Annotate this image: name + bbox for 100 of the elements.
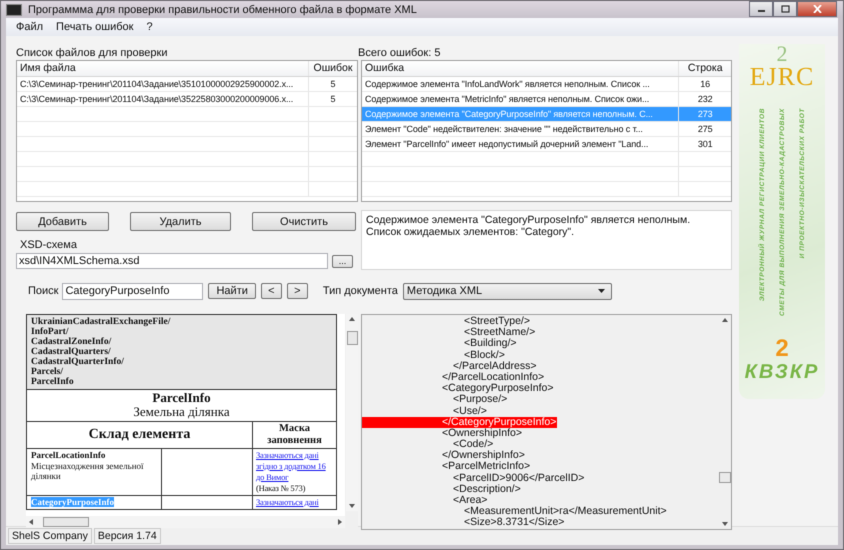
- horizontal-scrollbar[interactable]: [26, 516, 345, 528]
- doc-type-label: Тип документа: [322, 285, 398, 297]
- files-label: Список файлов для проверки: [16, 47, 168, 60]
- close-button[interactable]: [797, 1, 837, 16]
- xml-line: <Block/>: [463, 350, 506, 361]
- xml-line: </ParcelAddress>: [452, 360, 538, 372]
- path-text: CadastralZoneInfo/: [31, 337, 112, 347]
- file-row[interactable]: C:\3\Семинар-тренинг\201104\Задание\35101000002925900002.x... 5: [17, 77, 357, 92]
- scroll-up-icon[interactable]: [349, 317, 355, 321]
- doc-type-dropdown[interactable]: Методика XML: [402, 282, 612, 300]
- doc-subtitle: Земельна ділянка: [132, 405, 231, 419]
- menu-item[interactable]: Файл: [16, 21, 44, 33]
- logo-text: КВЗКР: [744, 361, 820, 383]
- scroll-thumb[interactable]: [346, 330, 358, 344]
- table-cell: Содержимое элемента "InfoLandWork" является неполным. Список ...: [362, 77, 680, 91]
- path-text: ParcelInfo: [31, 377, 75, 387]
- xml-line: <Area>: [452, 495, 488, 506]
- xml-line: <Use/>: [452, 406, 488, 417]
- column-header[interactable]: Имя файла: [17, 61, 309, 76]
- search-label: Поиск: [28, 285, 58, 297]
- maximize-icon: [780, 4, 790, 12]
- table-cell-text: 5: [330, 93, 336, 106]
- order-note: (Наказ № 573): [256, 483, 306, 494]
- xml-line: <MeasurementUnit>га</MeasurementUnit>: [463, 506, 668, 518]
- path-text: CadastralQuarterInfo/: [31, 357, 125, 367]
- xsd-path-field[interactable]: xsd\IN4XMLSchema.xsd: [16, 253, 328, 269]
- error-row[interactable]: Элемент "ParcelInfo" имеет недопустимый дочерний элемент "Land... 301: [362, 137, 731, 152]
- scroll-thumb[interactable]: [718, 472, 730, 482]
- table-cell-text: 5: [330, 78, 336, 91]
- xsd-label: XSD-схема: [20, 239, 78, 251]
- element-name: ParcelLocationInfo: [31, 450, 106, 460]
- requirements-link[interactable]: Зазначаються дані згідно з додатком 16 до Вимог: [256, 450, 334, 483]
- vertical-scrollbar[interactable]: [718, 315, 731, 529]
- table-cell-text: 301: [696, 138, 714, 151]
- column-header: Маска заповнення: [252, 422, 336, 448]
- scroll-down-icon[interactable]: [349, 504, 355, 508]
- scroll-up-icon[interactable]: [722, 318, 728, 322]
- window-title: Программма для проверки правильности обменного файла в формате XML: [28, 4, 417, 16]
- table-cell-text: 232: [696, 93, 714, 106]
- logo-digit: 2: [776, 44, 788, 64]
- scroll-thumb[interactable]: [42, 517, 88, 527]
- column-header: Склад елемента: [26, 422, 252, 448]
- caret-icon: [598, 288, 606, 294]
- path-text: UkrainianCadastralExchangeFile/: [31, 317, 172, 327]
- table-cell-text: 16: [699, 78, 712, 91]
- next-button[interactable]: >: [286, 283, 308, 299]
- xml-line: <Size>8.3731</Size>: [463, 517, 566, 529]
- xml-line: <Building/>: [463, 338, 518, 350]
- path-text: InfoPart/: [31, 327, 70, 337]
- xml-line: <Description/>: [452, 484, 522, 496]
- action-button[interactable]: Удалить: [130, 212, 231, 231]
- table-cell: Содержимое элемента "CategoryPurposeInfo" является неполным. С...: [362, 107, 680, 121]
- action-button[interactable]: Очистить: [252, 212, 356, 231]
- path-text: Parcels/: [31, 367, 64, 377]
- xml-line: </ParcelLocationInfo>: [441, 372, 546, 383]
- error-row[interactable]: Элемент "Code" недействителен: значение "" недействительно с т... 275: [362, 122, 731, 137]
- doc-title: ParcelInfo: [151, 391, 212, 405]
- table-cell: C:\3\Семинар-тренинг\201104\Задание\35225803000200009006.x...: [17, 92, 309, 106]
- vertical-scrollbar[interactable]: [346, 314, 358, 511]
- error-detail-text: Содержимое элемента "CategoryPurposeInfo" является неполным. Список ожидаемых элементов: "Category".: [366, 214, 690, 238]
- column-header[interactable]: Строка: [679, 61, 731, 76]
- table-cell: Содержимое элемента "MetricInfo" является неполным. Список ожи...: [362, 92, 680, 106]
- file-row[interactable]: C:\3\Семинар-тренинг\201104\Задание\35225803000200009006.x... 5: [17, 92, 357, 107]
- logo-digit: 2: [775, 337, 789, 361]
- previous-button[interactable]: <: [260, 283, 282, 299]
- menu-item[interactable]: ?: [146, 21, 153, 33]
- search-field[interactable]: CategoryPurposeInfo: [62, 282, 204, 300]
- table-cell-text: 275: [696, 123, 714, 136]
- action-button[interactable]: Добавить: [16, 212, 109, 231]
- app-icon: [6, 4, 22, 16]
- xml-line: <ParcelMetricInfo>: [441, 461, 532, 473]
- xml-line: <ParcelID>9006</ParcelID>: [452, 472, 586, 484]
- table-cell: C:\3\Семинар-тренинг\201104\Задание\35101000002925900002.x...: [17, 77, 309, 91]
- element-description: Місцезнаходження земельної ділянки: [31, 460, 145, 482]
- xml-line: <CategoryPurposeInfo>: [441, 383, 554, 394]
- element-name: CategoryPurposeInfo: [31, 497, 114, 507]
- menu-item[interactable]: Печать ошибок: [56, 21, 134, 33]
- table-cell: Элемент "Code" недействителен: значение "" недействительно с т...: [362, 122, 680, 136]
- xml-line: <StreetName/>: [463, 327, 536, 338]
- table-cell: Элемент "ParcelInfo" имеет недопустимый дочерний элемент "Land...: [362, 137, 680, 151]
- table-cell-text: 273: [696, 108, 714, 121]
- status-panel: Версия 1.74: [94, 528, 161, 544]
- close-icon: [812, 4, 822, 12]
- maximize-button[interactable]: [773, 1, 797, 16]
- column-header[interactable]: Ошибок: [309, 61, 357, 76]
- error-count-label: Всего ошибок: 5: [358, 47, 442, 60]
- logo-text: EJRC: [750, 64, 814, 90]
- scroll-left-icon[interactable]: [29, 519, 33, 525]
- xml-line: </OwnershipInfo>: [441, 450, 525, 462]
- xml-line: <OwnershipInfo>: [441, 428, 522, 440]
- find-button[interactable]: Найти: [208, 283, 256, 299]
- column-header[interactable]: Ошибка: [362, 61, 680, 76]
- xml-line: <StreetType/>: [463, 316, 530, 328]
- scroll-right-icon[interactable]: [338, 519, 342, 525]
- status-panel: ShelS Company: [8, 528, 92, 544]
- error-row[interactable]: Содержимое элемента "InfoLandWork" является неполным. Список ... 16: [362, 77, 731, 92]
- minimize-button[interactable]: [749, 1, 773, 16]
- xml-line: <Purpose/>: [453, 394, 508, 406]
- browse-button[interactable]: ...: [332, 254, 353, 268]
- path-text: CadastralQuarters/: [31, 347, 112, 357]
